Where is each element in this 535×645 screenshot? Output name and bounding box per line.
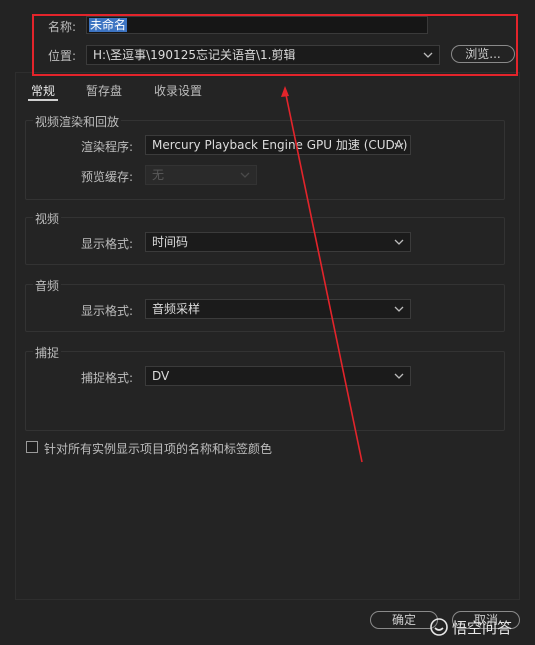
annotation-arrow [281,86,363,463]
